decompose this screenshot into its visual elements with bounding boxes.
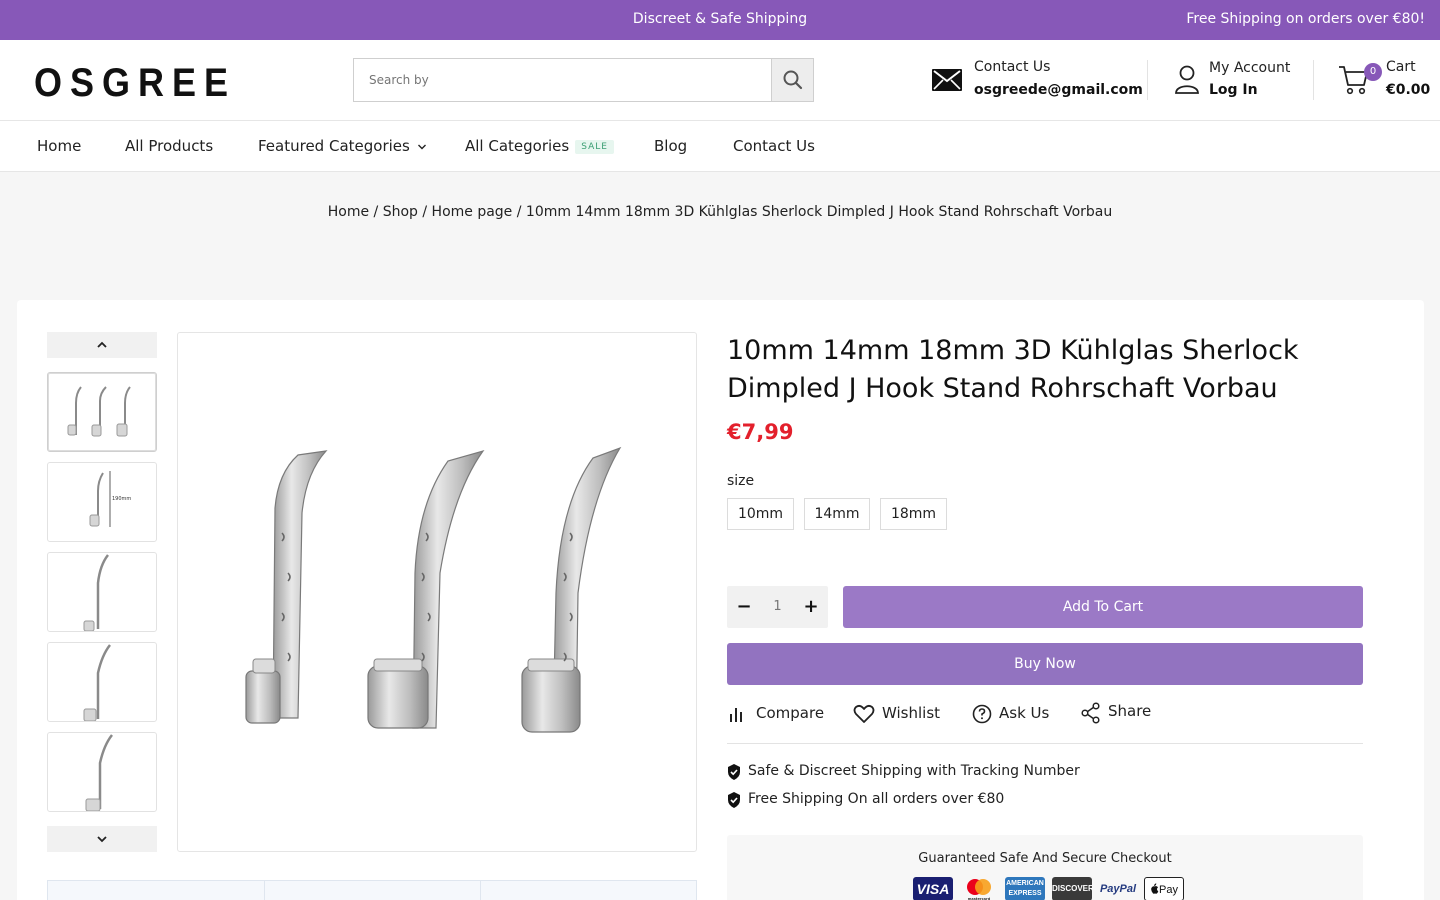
apple-pay-label: Pay: [1159, 884, 1178, 896]
user-icon: [1175, 65, 1199, 94]
feature-text: Safe & Discreet Shipping with Tracking N…: [748, 763, 1080, 779]
ask-us-label: Ask Us: [999, 704, 1050, 722]
product-thumbnail[interactable]: 190mm: [47, 462, 157, 542]
visa-icon: VISA: [913, 877, 953, 900]
tab-divider: [264, 881, 265, 900]
share-icon: [1081, 702, 1100, 724]
header-account[interactable]: My Account Log In: [1172, 56, 1302, 104]
svg-text:190mm: 190mm: [112, 496, 131, 502]
thumbnail-next-button[interactable]: [47, 826, 157, 852]
paypal-icon: PayPal: [1099, 883, 1137, 895]
share-label: Share: [1108, 702, 1152, 720]
nav-item-blog[interactable]: Blog: [654, 137, 687, 155]
divider: [727, 743, 1363, 744]
account-label: My Account: [1209, 60, 1291, 76]
nav-item-all-categories[interactable]: All Categories SALE: [465, 137, 614, 155]
product-thumbnail-image: [83, 554, 109, 631]
chevron-up-icon: [97, 341, 107, 348]
product-thumbnail[interactable]: [47, 642, 157, 722]
search-input[interactable]: [354, 59, 772, 101]
size-option-14mm[interactable]: 14mm: [804, 498, 870, 530]
chevron-down-icon: [417, 144, 426, 150]
sale-badge: SALE: [575, 139, 614, 154]
product-price: €7,99: [727, 420, 794, 444]
secure-checkout-box: Guaranteed Safe And Secure Checkout VISA…: [727, 835, 1363, 900]
apple-icon: [1151, 883, 1159, 894]
quantity-decrease-button[interactable]: −: [727, 586, 761, 628]
mastercard-icon: mastercard: [959, 877, 999, 900]
search-button[interactable]: [771, 59, 813, 101]
chevron-down-icon: [97, 836, 107, 843]
heart-icon: [853, 704, 875, 723]
header-divider: [1147, 60, 1148, 100]
secure-checkout-title: Guaranteed Safe And Secure Checkout: [918, 851, 1172, 866]
login-link[interactable]: Log In: [1209, 82, 1258, 98]
quantity-input[interactable]: 1: [761, 586, 794, 628]
compare-icon: [730, 708, 742, 722]
product-thumbnail[interactable]: [47, 552, 157, 632]
compare-label: Compare: [756, 704, 825, 722]
breadcrumb[interactable]: Home / Shop / Home page / 10mm 14mm 18mm…: [0, 204, 1440, 220]
shield-check-icon: [728, 792, 740, 808]
amex-icon: AMERICAN EXPRESS: [1005, 877, 1045, 900]
shield-check-icon: [728, 764, 740, 780]
size-label: size: [727, 473, 755, 489]
feature-text: Free Shipping On all orders over €80: [748, 791, 1005, 807]
cart-total: €0.00: [1386, 82, 1431, 98]
discover-icon: DISCOVER: [1052, 877, 1092, 900]
mail-icon: [932, 69, 962, 91]
product-thumbnail[interactable]: [47, 372, 157, 452]
apple-pay-icon: Pay: [1144, 877, 1184, 900]
nav-item-featured-categories[interactable]: Featured Categories: [258, 137, 427, 155]
site-header: OSGREE Contact Us osgreede@gmail.com My …: [0, 40, 1440, 121]
buy-now-button[interactable]: Buy Now: [727, 643, 1363, 685]
quantity-stepper: − 1 +: [727, 586, 828, 628]
nav-item-all-products[interactable]: All Products: [125, 137, 213, 155]
contact-email[interactable]: osgreede@gmail.com: [974, 82, 1143, 98]
nav-item-contact-us[interactable]: Contact Us: [733, 137, 815, 155]
header-divider: [1313, 60, 1314, 100]
quantity-increase-button[interactable]: +: [794, 586, 828, 628]
product-photo: [245, 446, 622, 733]
wishlist-label: Wishlist: [882, 704, 941, 722]
main-nav: Home All Products Featured Categories Al…: [0, 121, 1440, 172]
site-logo[interactable]: OSGREE: [34, 60, 236, 106]
search-bar: [353, 58, 814, 102]
product-thumbnail-image: [67, 386, 131, 437]
header-cart[interactable]: 0 Cart €0.00: [1338, 56, 1438, 104]
nav-item-label: Featured Categories: [258, 137, 410, 155]
header-contact[interactable]: Contact Us osgreede@gmail.com: [932, 56, 1143, 104]
product-thumbnail-image: [85, 734, 113, 811]
contact-label: Contact Us: [974, 59, 1051, 75]
add-to-cart-button[interactable]: Add To Cart: [843, 586, 1363, 628]
size-option-18mm[interactable]: 18mm: [880, 498, 947, 530]
announcement-right-text: Free Shipping on orders over €80!: [1186, 11, 1425, 27]
search-icon: [783, 70, 803, 90]
thumbnail-prev-button[interactable]: [47, 332, 157, 358]
cart-count-badge: 0: [1364, 63, 1382, 81]
size-option-10mm[interactable]: 10mm: [727, 498, 794, 530]
feature-tabs-row: [47, 880, 697, 900]
nav-item-home[interactable]: Home: [37, 137, 81, 155]
announcement-bar: Discreet & Safe Shipping Free Shipping o…: [0, 0, 1440, 40]
cart-label: Cart: [1386, 59, 1416, 75]
product-title: 10mm 14mm 18mm 3D Kühlglas Sherlock Dimp…: [727, 335, 1299, 404]
tab-divider: [480, 881, 481, 900]
question-icon: [972, 704, 992, 724]
product-thumbnail[interactable]: [47, 732, 157, 812]
product-thumbnail-image: 190mm: [89, 471, 131, 527]
nav-item-label: All Categories: [465, 137, 570, 155]
product-main-image[interactable]: [177, 332, 697, 852]
product-thumbnail-image: [83, 644, 111, 721]
